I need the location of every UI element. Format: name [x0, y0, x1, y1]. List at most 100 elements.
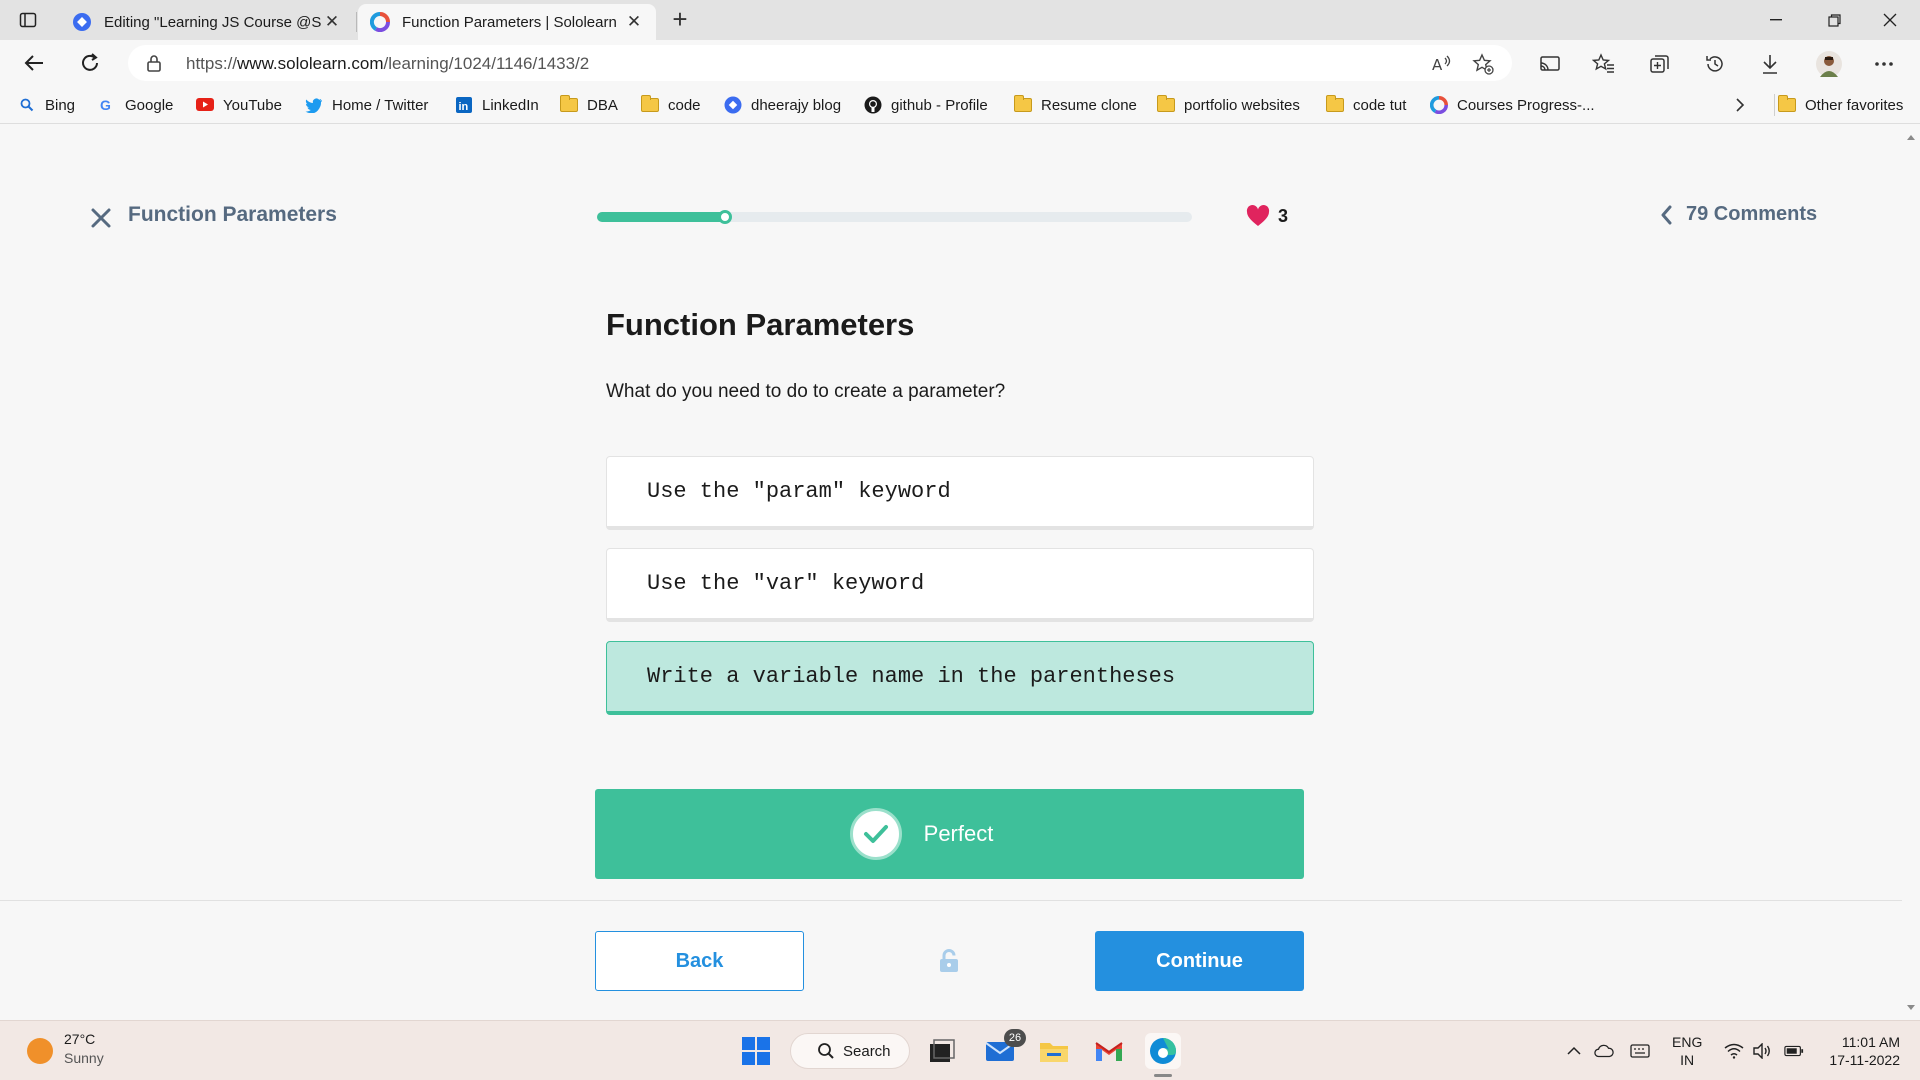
tab-editing-course[interactable]: Editing "Learning JS Course @Sc ✕ — [60, 4, 354, 40]
heart-icon — [1246, 205, 1270, 226]
collections-icon[interactable] — [1648, 52, 1672, 76]
scroll-up-arrow-icon[interactable] — [1907, 135, 1915, 140]
tab-actions-icon[interactable] — [16, 8, 40, 32]
read-aloud-icon[interactable]: A — [1430, 53, 1452, 75]
scroll-down-arrow-icon[interactable] — [1907, 1005, 1915, 1010]
bookmark-label: Home / Twitter — [332, 96, 429, 114]
lock-icon — [938, 949, 960, 978]
lesson-title: Function Parameters — [128, 203, 337, 226]
bookmark-label: LinkedIn — [482, 96, 539, 114]
bookmark-label: code tut — [1353, 96, 1407, 114]
close-icon[interactable] — [90, 207, 112, 229]
continue-button[interactable]: Continue — [1095, 931, 1304, 991]
feedback-label: Perfect — [923, 821, 994, 846]
bookmark-portfolio-websites[interactable]: portfolio websites — [1157, 95, 1300, 115]
bookmark-twitter[interactable]: Home / Twitter — [305, 95, 428, 115]
new-tab-button[interactable]: + — [666, 6, 694, 34]
bookmark-other-favorites[interactable]: Other favorites — [1778, 95, 1903, 115]
keyboard-icon[interactable] — [1630, 1041, 1650, 1061]
answer-option-param[interactable]: Use the "param" keyword — [606, 456, 1314, 530]
edge-browser-icon[interactable] — [1145, 1033, 1181, 1069]
clock-date: 17-11-2022 — [1829, 1052, 1900, 1068]
bookmark-label: Bing — [45, 96, 76, 114]
weather-condition[interactable]: Sunny — [64, 1050, 104, 1066]
download-icon[interactable] — [1758, 52, 1782, 76]
weather-temperature[interactable]: 27°C — [64, 1031, 95, 1047]
comments-link[interactable]: 79 Comments — [1660, 203, 1817, 226]
profile-avatar-icon[interactable] — [1815, 50, 1843, 78]
task-view-icon[interactable] — [924, 1033, 960, 1069]
bookmark-label: github - Profile — [891, 96, 988, 114]
close-icon[interactable]: ✕ — [624, 12, 644, 32]
search-icon — [818, 1043, 834, 1059]
bookmark-code-tut[interactable]: code tut — [1326, 95, 1406, 115]
add-favorite-icon[interactable] — [1472, 53, 1494, 75]
cast-icon[interactable] — [1538, 52, 1562, 76]
favorites-icon[interactable] — [1592, 52, 1616, 76]
wifi-icon[interactable] — [1724, 1041, 1744, 1061]
mail-icon[interactable]: 26 — [982, 1029, 1026, 1069]
bookmark-label: portfolio websites — [1184, 96, 1300, 114]
system-clock[interactable]: 11:01 AM 17-11-2022 — [1820, 1033, 1900, 1069]
folder-icon — [1778, 95, 1796, 114]
back-button[interactable]: Back — [595, 931, 804, 991]
github-icon — [864, 96, 882, 114]
refresh-icon[interactable] — [74, 48, 106, 78]
bookmark-youtube[interactable]: YouTube — [196, 95, 282, 115]
answer-option-var[interactable]: Use the "var" keyword — [606, 548, 1314, 622]
bookmark-dheerajy-blog[interactable]: dheerajy blog — [724, 95, 841, 115]
onedrive-cloud-icon[interactable] — [1594, 1041, 1614, 1061]
sololearn-icon — [1430, 96, 1448, 114]
close-window-icon[interactable] — [1862, 0, 1918, 40]
chevron-up-icon[interactable] — [1564, 1041, 1584, 1061]
more-options-icon[interactable] — [1872, 52, 1896, 76]
svg-text:in: in — [459, 101, 469, 113]
progress-fill — [597, 212, 728, 222]
address-bar[interactable]: https://www.sololearn.com/learning/1024/… — [128, 45, 1512, 81]
file-explorer-icon[interactable] — [1036, 1033, 1072, 1069]
hearts-counter: 3 — [1246, 205, 1288, 227]
bookmark-label: YouTube — [223, 96, 282, 114]
svg-text:A: A — [1432, 56, 1443, 74]
taskbar-search[interactable]: Search — [790, 1033, 910, 1069]
more-bookmarks-chevron-icon[interactable] — [1734, 95, 1746, 115]
back-arrow-icon[interactable] — [18, 48, 50, 78]
bookmark-resume-clone[interactable]: Resume clone — [1014, 95, 1137, 115]
sun-icon[interactable] — [27, 1038, 53, 1064]
tab-separator — [356, 12, 357, 32]
lock-icon[interactable] — [146, 54, 162, 77]
minimize-icon[interactable] — [1748, 0, 1804, 40]
question-text: What do you need to do to create a param… — [606, 381, 1006, 402]
question-heading: Function Parameters — [606, 307, 915, 342]
page-scrollbar[interactable] — [1902, 125, 1920, 1020]
region-code: IN — [1680, 1052, 1695, 1068]
clock-time: 11:01 AM — [1841, 1034, 1900, 1050]
restore-icon[interactable] — [1806, 0, 1862, 40]
bookmark-code[interactable]: code — [641, 95, 701, 115]
battery-icon[interactable] — [1784, 1041, 1804, 1061]
bookmark-google[interactable]: G Google — [98, 95, 173, 115]
volume-icon[interactable] — [1752, 1041, 1772, 1061]
input-language[interactable]: ENG IN — [1672, 1033, 1702, 1069]
folder-icon — [1326, 95, 1344, 114]
history-icon[interactable] — [1703, 52, 1727, 76]
gmail-icon[interactable] — [1091, 1033, 1127, 1069]
start-windows-icon[interactable] — [738, 1033, 774, 1069]
active-app-indicator — [1154, 1074, 1172, 1077]
bookmark-dba[interactable]: DBA — [560, 95, 618, 115]
progress-knob — [718, 210, 732, 224]
lesson-page: Function Parameters 3 79 Comments Functi… — [0, 125, 1902, 1020]
bookmark-linkedin[interactable]: in LinkedIn — [455, 95, 539, 115]
blog-icon — [724, 96, 742, 114]
bookmark-github[interactable]: github - Profile — [864, 95, 988, 115]
linkedin-icon: in — [455, 96, 473, 114]
close-icon[interactable]: ✕ — [322, 12, 342, 32]
bookmark-bing[interactable]: Bing — [18, 95, 75, 115]
bookmark-courses-progress[interactable]: Courses Progress-... — [1430, 95, 1595, 115]
google-icon: G — [98, 96, 116, 114]
answer-option-variable-name[interactable]: Write a variable name in the parentheses — [606, 641, 1314, 715]
hearts-count: 3 — [1278, 205, 1289, 226]
bookmark-label: code — [668, 96, 701, 114]
tab-title: Editing "Learning JS Course @Sc — [104, 13, 322, 31]
tab-function-parameters[interactable]: Function Parameters | Sololearn ✕ — [358, 4, 656, 40]
